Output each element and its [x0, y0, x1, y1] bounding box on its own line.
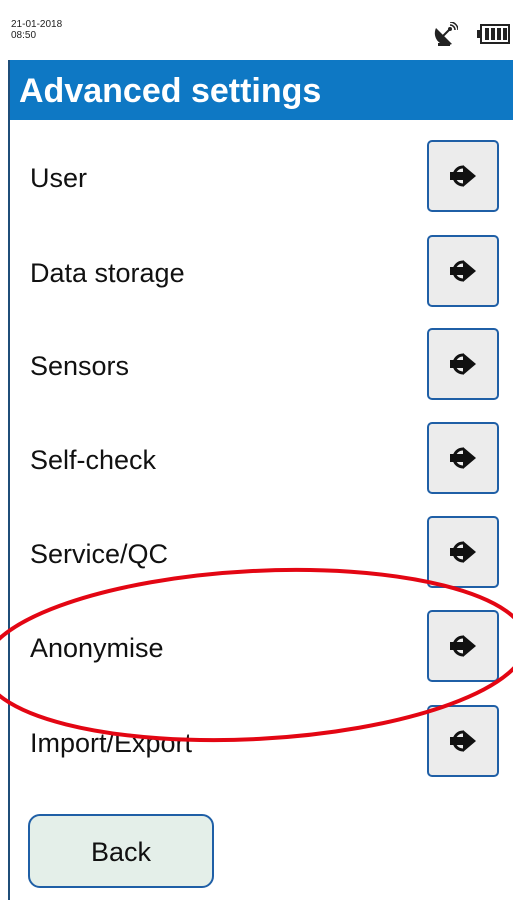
menu-item-user: User: [10, 140, 513, 216]
service-qc-open-button[interactable]: [427, 516, 499, 588]
menu-item-label: Anonymise: [30, 633, 164, 663]
menu-item-data-storage: Data storage: [10, 235, 513, 311]
menu-item-service-qc: Service/QC: [10, 516, 513, 592]
page-title: Advanced settings: [19, 72, 322, 110]
status-bar: 21-01-2018 08:50: [0, 0, 513, 60]
menu-item-sensors: Sensors: [10, 328, 513, 404]
back-button-label: Back: [90, 837, 152, 867]
menu-item-self-check: Self-check: [10, 422, 513, 498]
menu-item-import-export: Import/Export: [10, 705, 513, 781]
arrow-right-icon: [450, 447, 476, 469]
self-check-open-button[interactable]: [427, 422, 499, 494]
arrow-right-icon: [450, 730, 476, 752]
arrow-right-icon: [450, 353, 476, 375]
arrow-right-icon: [450, 635, 476, 657]
menu-item-label: User: [30, 163, 88, 193]
status-time: 08:50: [11, 30, 37, 41]
status-date: 21-01-2018: [11, 19, 63, 30]
sensors-open-button[interactable]: [427, 328, 499, 400]
user-open-button[interactable]: [427, 140, 499, 212]
satellite-icon: [434, 22, 458, 46]
menu-item-label: Sensors: [30, 351, 130, 381]
arrow-right-icon: [450, 541, 476, 563]
import-export-open-button[interactable]: [427, 705, 499, 777]
advanced-settings-screen: 21-01-2018 08:50 Advanced settings User: [0, 0, 513, 900]
menu-item-label: Data storage: [30, 258, 185, 288]
data-storage-open-button[interactable]: [427, 235, 499, 307]
menu-item-label: Import/Export: [30, 728, 193, 758]
menu-item-anonymise: Anonymise: [10, 610, 513, 686]
back-button[interactable]: Back: [28, 814, 214, 888]
header-bar: Advanced settings: [10, 60, 513, 120]
menu-item-label: Self-check: [30, 445, 157, 475]
battery-icon: [477, 24, 510, 44]
arrow-right-icon: [450, 165, 476, 187]
menu-item-label: Service/QC: [30, 539, 169, 569]
anonymise-open-button[interactable]: [427, 610, 499, 682]
arrow-right-icon: [450, 260, 476, 282]
